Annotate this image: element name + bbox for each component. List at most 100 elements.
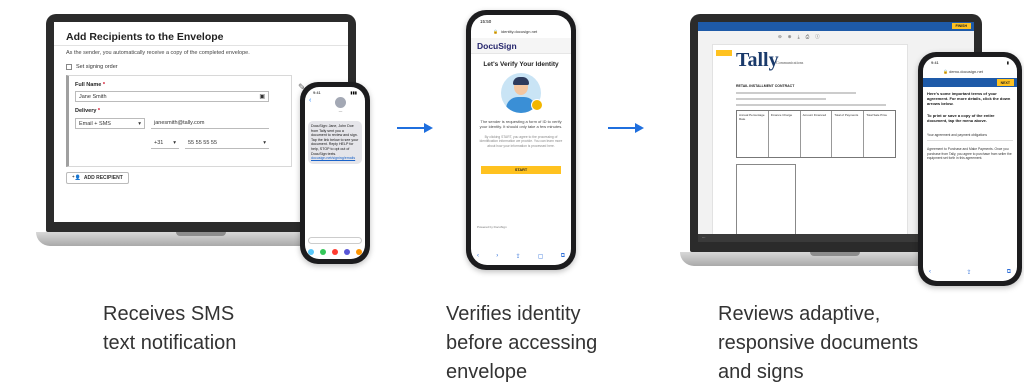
app-icon[interactable] <box>320 249 326 255</box>
signal-icon: ▮▮▮ <box>350 90 357 95</box>
url-bar[interactable]: 🔒 identity.docusign.net <box>493 28 567 35</box>
phone-number-value: 55 55 55 55 <box>188 140 218 146</box>
sms-message-text: DocuSign: Jane, John Doe from Tally sent… <box>311 124 359 156</box>
url-text: identity.docusign.net <box>500 29 538 34</box>
required-mark: * <box>96 108 101 114</box>
lock-icon: 🔒 <box>493 29 498 34</box>
page-title: Add Recipients to the Envelope <box>66 31 224 43</box>
arrow-right-icon <box>608 123 644 133</box>
table-cell: Total of Payments <box>832 111 865 157</box>
back-icon[interactable]: ‹ <box>477 253 479 260</box>
recipient-card: Full Name * Jane Smith ▣ Delivery * Emai… <box>66 75 292 167</box>
country-code-select[interactable]: +31 ▾ <box>151 138 179 149</box>
tabs-icon[interactable]: ⧉ <box>561 253 565 260</box>
arrow-head <box>635 123 644 133</box>
lock-icon: 🔒 <box>943 69 948 74</box>
caption-line: before accessing <box>446 332 598 354</box>
app-icon[interactable] <box>356 249 362 255</box>
zoom-out-icon[interactable]: ⊖ <box>778 34 782 40</box>
chevron-down-icon: ▾ <box>138 120 141 127</box>
laptop-notch <box>810 252 860 256</box>
delivery-method-select[interactable]: Email + SMS ▾ <box>75 118 145 129</box>
divider <box>54 45 348 46</box>
message-input[interactable] <box>308 237 362 244</box>
truth-in-lending-table: Annual Percentage Rate Finance Charge Am… <box>736 110 896 158</box>
phone-screen: 9:41 ▮▮▮ ‹ — DocuSign: Jane, John Doe fr… <box>305 87 365 259</box>
section-body: Agreement to Purchase and Make Payments.… <box>927 147 1012 160</box>
signing-order-checkbox[interactable]: Set signing order <box>66 64 118 70</box>
tabs-icon[interactable]: ⧉ <box>1007 269 1011 276</box>
caption-step-3: Reviews adaptive, responsive documents a… <box>718 300 918 387</box>
app-icon[interactable] <box>332 249 338 255</box>
status-time: 15:50 <box>480 19 492 24</box>
sms-message-bubble: DocuSign: Jane, John Doe from Tally sent… <box>308 121 362 164</box>
full-name-input[interactable]: Jane Smith ▣ <box>75 91 269 102</box>
table-cell: Annual Percentage Rate <box>737 111 769 157</box>
bookmarks-icon[interactable]: ▢ <box>538 253 544 260</box>
caption-line: Reviews adaptive, <box>718 303 881 325</box>
finish-button[interactable]: FINISH <box>951 23 971 29</box>
add-recipient-label: ADD RECIPIENT <box>83 175 123 181</box>
phone-number-input[interactable]: 55 55 55 55 ▾ <box>185 138 269 149</box>
browser-nav: ‹ › ⇪ ▢ ⧉ <box>477 253 565 260</box>
footer-left: ⋯ <box>702 236 706 240</box>
tally-logo: Tally <box>736 49 779 71</box>
page-subtitle: As the sender, you automatically receive… <box>66 50 250 56</box>
app-strip <box>308 249 362 255</box>
next-button[interactable]: NEXT <box>996 79 1014 86</box>
chevron-down-icon: ▾ <box>173 140 176 146</box>
delivery-label-text: Delivery <box>75 108 97 114</box>
intro-text: Here's some important terms of your agre… <box>927 91 1011 106</box>
add-recipient-button[interactable]: ⁺👤 ADD RECIPIENT <box>66 172 129 184</box>
status-time: 9:41 <box>313 90 321 95</box>
sign-here-flag[interactable] <box>716 50 732 56</box>
phone-tally-document: 9:41 ▮ 🔒 demo.docusign.net NEXT Here's s… <box>918 52 1022 286</box>
arrow-shaft <box>608 127 636 129</box>
contact-avatar <box>335 97 346 108</box>
back-icon[interactable]: ‹ <box>309 97 311 104</box>
text-line <box>736 104 886 106</box>
sms-message-link[interactable]: docusign.net/signing/emails <box>311 156 355 160</box>
full-name-label-text: Full Name <box>75 82 102 88</box>
verified-badge-icon <box>531 99 543 111</box>
share-icon[interactable]: ⇪ <box>516 253 521 260</box>
contact-name: — <box>338 109 343 113</box>
zoom-in-icon[interactable]: ⊕ <box>788 34 792 40</box>
full-name-value: Jane Smith <box>79 93 107 100</box>
url-text: demo.docusign.net <box>949 69 983 74</box>
text-line <box>736 98 826 100</box>
back-icon[interactable]: ‹ <box>929 269 931 276</box>
battery-icon: ▮ <box>1006 60 1009 65</box>
chevron-down-icon: ▾ <box>263 140 266 146</box>
text-line <box>736 92 856 94</box>
caption-step-1: Receives SMS text notification <box>103 300 236 358</box>
caption-line: Verifies identity <box>446 303 581 325</box>
start-button[interactable]: START <box>481 166 561 174</box>
print-text: To print or save a copy of the entire do… <box>927 113 995 123</box>
print-icon[interactable]: ⎙ <box>806 34 810 40</box>
caption-line: responsive documents <box>718 332 919 354</box>
email-input[interactable]: janesmith@tally.com <box>151 118 269 129</box>
contact-card-icon[interactable]: ▣ <box>259 93 265 100</box>
signing-toolbar: FINISH <box>698 22 974 31</box>
caption-step-2: Verifies identity before accessing envel… <box>446 300 597 387</box>
payment-schedule-table <box>736 164 796 238</box>
arrow-head <box>424 123 433 133</box>
url-bar[interactable]: 🔒 demo.docusign.net <box>943 69 1011 74</box>
table-cell: Total Sale Price <box>866 113 888 117</box>
app-icon[interactable] <box>344 249 350 255</box>
arrow-right-icon <box>397 123 433 133</box>
checkbox-box[interactable] <box>66 64 72 70</box>
signing-toolbar: NEXT <box>923 78 1017 87</box>
tally-logo-subtitle: Communications <box>776 60 804 65</box>
info-icon[interactable]: ⓘ <box>815 34 820 40</box>
download-icon[interactable]: ⤓ <box>798 34 800 40</box>
required-mark: * <box>101 82 105 88</box>
status-time: 9:41 <box>931 60 939 65</box>
share-icon[interactable]: ⇪ <box>966 269 971 276</box>
country-code-value: +31 <box>154 140 164 146</box>
section-title[interactable]: Your agreement and payment obligations <box>927 133 1013 141</box>
forward-icon[interactable]: › <box>496 253 498 260</box>
caption-line: text notification <box>103 332 237 354</box>
app-icon[interactable] <box>308 249 314 255</box>
